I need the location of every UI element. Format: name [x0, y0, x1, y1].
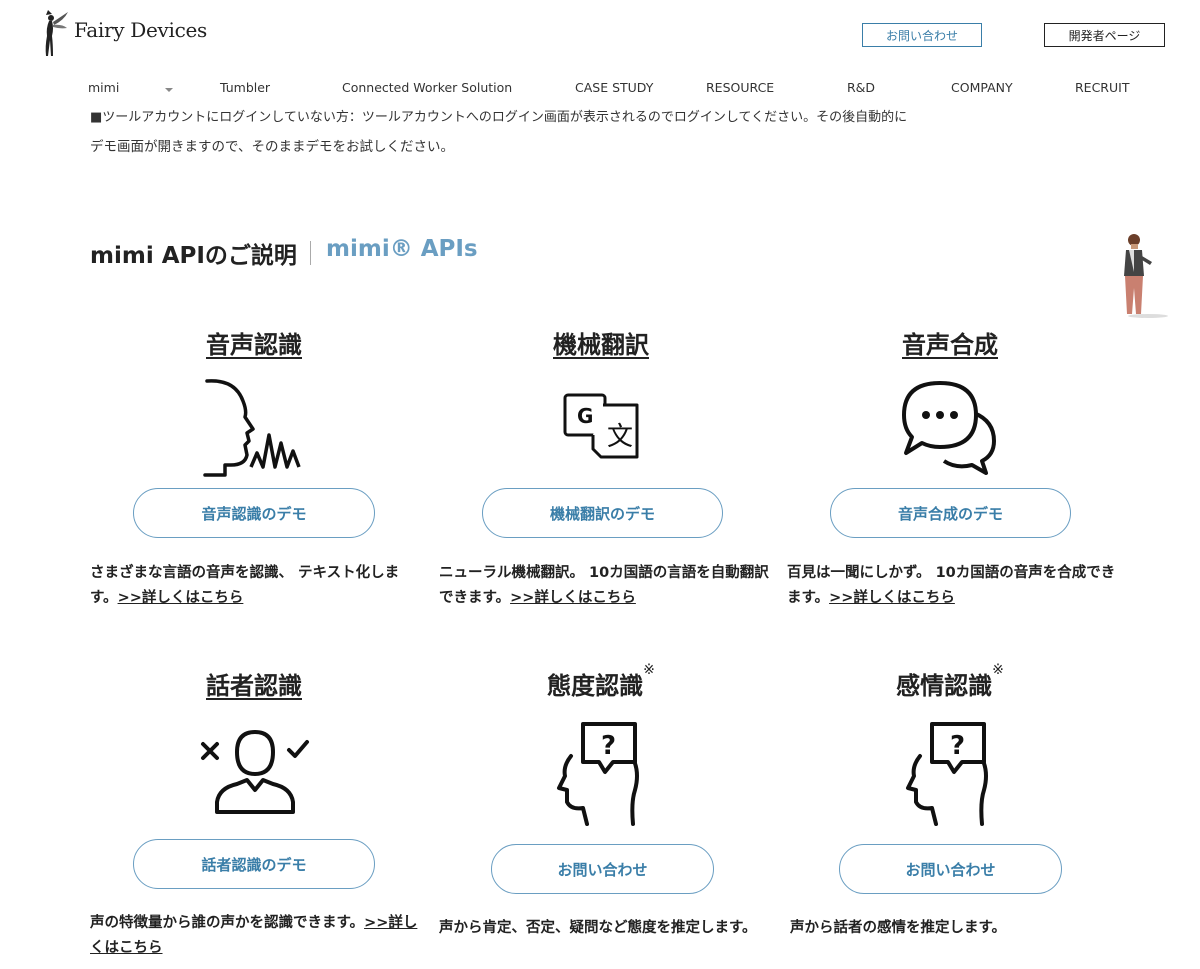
- card-desc-speech-synthesis: 百見は一聞にしかず。 10カ国語の音声を合成できます。>>詳しくはこちら: [787, 565, 1116, 606]
- details-link[interactable]: >>詳しくはこちら: [510, 590, 636, 606]
- speaking-head-icon: [203, 379, 301, 477]
- presenter-illustration-icon: [1124, 234, 1168, 318]
- svg-text:G: G: [577, 404, 593, 428]
- fairy-logo-icon[interactable]: [40, 8, 70, 58]
- card-title-speaker-recognition: 話者認識: [206, 672, 302, 700]
- card-title-speech-synthesis: 音声合成: [902, 331, 998, 359]
- nav-item-rnd[interactable]: R&D: [847, 80, 875, 95]
- nav-item-mimi[interactable]: mimi: [88, 80, 119, 95]
- intro-text-line1: ■ツールアカウントにログインしていない方：ツールアカウントへのログイン画面が表示…: [90, 110, 908, 125]
- speaker-identify-icon: [201, 729, 309, 814]
- nav-item-case-study[interactable]: CASE STUDY: [575, 80, 653, 95]
- card-desc-attitude-recognition: 声から肯定、否定、疑問など態度を推定します。: [439, 920, 757, 936]
- speech-synthesis-demo-button[interactable]: 音声合成のデモ: [830, 488, 1071, 538]
- question-head-icon: ?: [557, 722, 639, 826]
- question-head-icon: ?: [906, 722, 988, 826]
- chevron-down-icon[interactable]: [165, 88, 173, 92]
- attitude-contact-button[interactable]: お問い合わせ: [491, 844, 714, 894]
- section-subtitle: mimi® APIs: [326, 236, 478, 262]
- developer-page-button[interactable]: 開発者ページ: [1044, 23, 1165, 47]
- card-desc-emotion-recognition: 声から話者の感情を推定します。: [790, 920, 1007, 936]
- nav-item-connected-worker[interactable]: Connected Worker Solution: [342, 80, 512, 95]
- svg-text:?: ?: [950, 731, 965, 761]
- card-desc-speech-recognition: さまざまな言語の音声を認識、 テキスト化します。>>詳しくはこちら: [90, 565, 400, 606]
- logo-text[interactable]: Fairy Devices: [74, 18, 207, 42]
- title-separator: [310, 241, 311, 265]
- header-contact-button[interactable]: お問い合わせ: [862, 23, 982, 47]
- speaker-recognition-demo-button[interactable]: 話者認識のデモ: [133, 839, 375, 889]
- nav-item-resource[interactable]: RESOURCE: [706, 80, 774, 95]
- card-title-speech-recognition: 音声認識: [206, 331, 302, 359]
- card-desc-machine-translation: ニューラル機械翻訳。 10カ国語の言語を自動翻訳できます。>>詳しくはこちら: [439, 565, 769, 606]
- emotion-contact-button[interactable]: お問い合わせ: [839, 844, 1062, 894]
- intro-clipped-line: ■ツールアカウントにログインしていない方：ツールアカウントへのログイン画面が表示…: [90, 104, 1130, 126]
- svg-text:?: ?: [601, 731, 616, 761]
- machine-translation-demo-button[interactable]: 機械翻訳のデモ: [482, 488, 723, 538]
- section-title: mimi APIのご説明: [90, 243, 297, 269]
- card-title-machine-translation: 機械翻訳: [553, 331, 649, 359]
- nav-item-recruit[interactable]: RECRUIT: [1075, 80, 1129, 95]
- translate-icon: G 文: [563, 393, 639, 459]
- card-title-attitude-recognition: 態度認識※: [547, 662, 655, 700]
- nav-item-tumbler[interactable]: Tumbler: [220, 80, 270, 95]
- details-link[interactable]: >>詳しくはこちら: [118, 590, 244, 606]
- svg-text:文: 文: [607, 422, 633, 452]
- card-desc-speaker-recognition: 声の特徴量から誰の声かを認識できます。>>詳しくはこちら: [90, 915, 418, 956]
- card-title-emotion-recognition: 感情認識※: [896, 662, 1004, 700]
- details-link[interactable]: >>詳しくはこちら: [829, 590, 955, 606]
- nav-item-company[interactable]: COMPANY: [951, 80, 1013, 95]
- speech-bubbles-icon: [902, 381, 996, 475]
- speech-recognition-demo-button[interactable]: 音声認識のデモ: [133, 488, 375, 538]
- intro-text-line2: デモ画面が開きますので、そのままデモをお試しください。: [90, 139, 454, 155]
